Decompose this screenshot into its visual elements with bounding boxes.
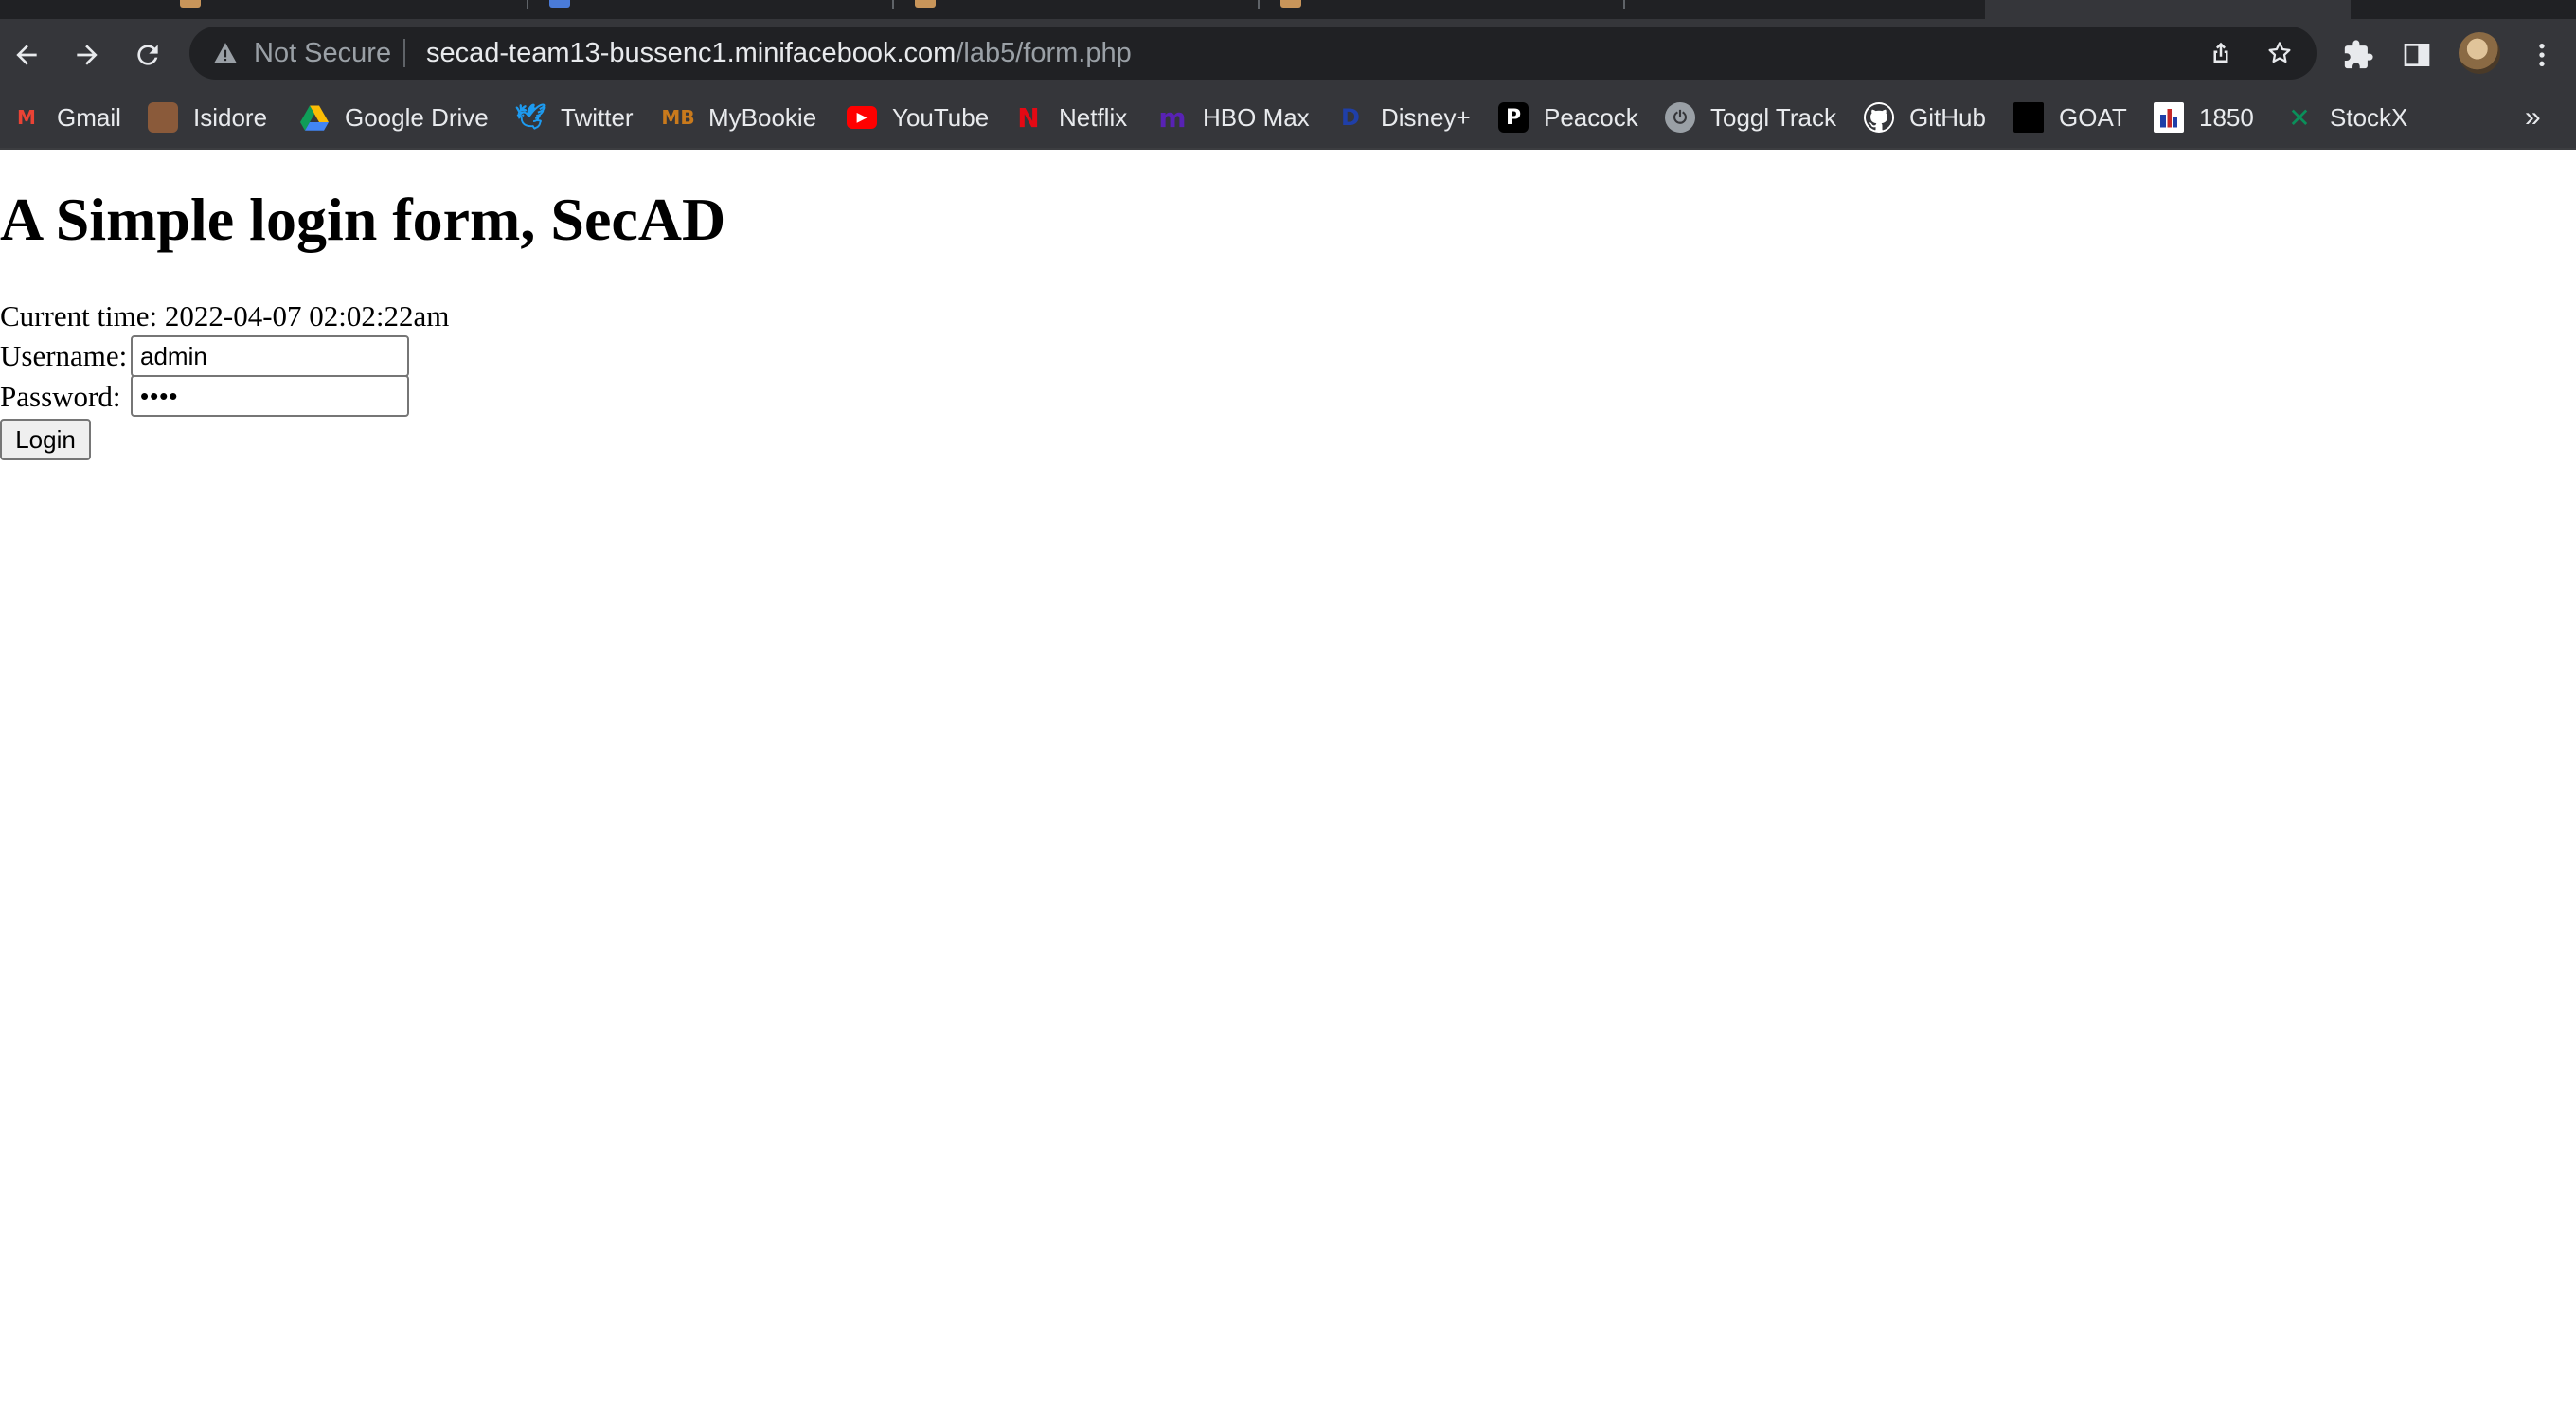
extensions-button[interactable] <box>2339 36 2377 74</box>
twitter-icon: 🕊 <box>514 103 546 132</box>
side-panel-button[interactable] <box>2398 36 2436 74</box>
tab-favicon <box>1280 0 1301 8</box>
bookmark-label: GitHub <box>1909 102 1986 132</box>
tab-separator <box>1623 0 1625 9</box>
forward-arrow-icon <box>77 45 98 65</box>
gmail-icon: M <box>17 106 36 129</box>
bookmark-netflix[interactable]: N Netflix <box>1013 87 1127 148</box>
current-time-value: 2022-04-07 02:02:22am <box>164 299 450 332</box>
url-path: /lab5/form.php <box>956 38 1132 68</box>
profile-avatar[interactable] <box>2459 32 2500 74</box>
youtube-icon: ▶ <box>847 106 877 129</box>
tab-separator <box>892 0 894 9</box>
bookmark-label: 1850 <box>2199 102 2254 132</box>
url-text[interactable]: secad-team13-bussenc1.minifacebook.com/l… <box>426 27 1132 80</box>
warning-icon <box>214 43 237 63</box>
login-button[interactable]: Login <box>0 419 91 460</box>
bookmark-mybookie[interactable]: MB MyBookie <box>661 87 817 148</box>
url-host: secad-team13-bussenc1.minifacebook.com <box>426 38 957 68</box>
puzzle-icon <box>2344 40 2373 69</box>
bookmark-star-icon[interactable] <box>2265 39 2294 67</box>
github-icon <box>1864 102 1894 133</box>
isidore-icon <box>148 102 178 133</box>
back-button[interactable] <box>8 36 45 74</box>
bookmark-label: HBO Max <box>1203 102 1310 132</box>
bookmark-google-drive[interactable]: Google Drive <box>299 87 489 148</box>
active-tab[interactable] <box>1985 0 2351 19</box>
address-bar[interactable]: Not Secure secad-team13-bussenc1.minifac… <box>189 27 2317 80</box>
bookmark-peacock[interactable]: P Peacock <box>1498 87 1638 148</box>
bookmark-twitter[interactable]: 🕊 Twitter <box>515 87 634 148</box>
bookmark-label: GOAT <box>2059 102 2127 132</box>
bookmark-label: Netflix <box>1059 102 1128 132</box>
bookmark-disney-plus[interactable]: D Disney+ <box>1335 87 1471 148</box>
bookmark-label: Google Drive <box>345 102 489 132</box>
bookmark-stockx[interactable]: ✕ StockX <box>2284 87 2407 148</box>
browser-menu-button[interactable] <box>2523 36 2561 74</box>
bookmarks-bar: M Gmail Isidore Google Drive 🕊 Twitter MB M… <box>0 87 2576 150</box>
bookmark-label: Disney+ <box>1381 102 1471 132</box>
current-time-label: Current time: <box>0 299 165 332</box>
stockx-icon: ✕ <box>2288 101 2311 134</box>
bookmark-github[interactable]: GitHub <box>1864 87 1986 148</box>
username-label: Username: <box>0 339 128 372</box>
password-label: Password: <box>0 380 121 413</box>
more-bookmarks-button[interactable]: » <box>2525 87 2541 148</box>
bookmark-hbo-max[interactable]: m HBO Max <box>1157 87 1310 148</box>
bookmark-label: Toggl Track <box>1710 102 1836 132</box>
bookmark-label: Gmail <box>57 102 121 132</box>
tab-strip <box>0 0 2576 19</box>
share-icon[interactable] <box>2207 39 2235 67</box>
netflix-icon: N <box>1017 101 1040 134</box>
current-time-line: Current time: 2022-04-07 02:02:22am <box>0 301 449 331</box>
bookmark-gmail[interactable]: M Gmail <box>11 87 121 148</box>
address-divider <box>403 39 405 67</box>
side-panel-icon <box>2404 44 2430 66</box>
security-label[interactable]: Not Secure <box>254 27 391 80</box>
page-title: A Simple login form, SecAD <box>0 186 726 253</box>
tab-favicon <box>549 0 570 8</box>
browser-toolbar: Not Secure secad-team13-bussenc1.minifac… <box>0 19 2576 87</box>
bookmark-label: Isidore <box>193 102 268 132</box>
username-input[interactable] <box>131 335 409 377</box>
1850-icon <box>2154 102 2184 133</box>
toggl-track-icon: ⏻ <box>1665 102 1695 133</box>
peacock-icon: P <box>1498 102 1529 133</box>
bookmark-label: StockX <box>2330 102 2408 132</box>
bookmark-label: MyBookie <box>708 102 817 132</box>
bookmark-goat[interactable]: GOAT <box>2013 87 2127 148</box>
tab-separator <box>527 0 528 9</box>
bookmark-1850[interactable]: 1850 <box>2154 87 2254 148</box>
password-input[interactable]: •••• <box>131 375 409 417</box>
reload-button[interactable] <box>129 36 167 74</box>
bookmark-label: Twitter <box>561 102 634 132</box>
more-vertical-icon <box>2539 44 2545 66</box>
bookmark-youtube[interactable]: ▶ YouTube <box>847 87 989 148</box>
tab-favicon <box>915 0 936 8</box>
reload-icon <box>137 45 158 65</box>
bookmark-label: Peacock <box>1544 102 1638 132</box>
mybookie-icon: MB <box>661 106 695 129</box>
tab-separator <box>1258 0 1260 9</box>
google-drive-icon <box>299 102 330 133</box>
bookmark-label: YouTube <box>892 102 990 132</box>
disney-plus-icon: D <box>1341 104 1360 131</box>
bookmark-isidore[interactable]: Isidore <box>148 87 267 148</box>
forward-button[interactable] <box>68 36 106 74</box>
goat-icon <box>2013 102 2044 133</box>
tab-favicon <box>180 0 201 8</box>
back-arrow-icon <box>16 45 37 65</box>
bookmark-toggl-track[interactable]: ⏻ Toggl Track <box>1665 87 1836 148</box>
hbo-max-icon: m <box>1158 101 1187 134</box>
page-content: A Simple login form, SecAD Current time:… <box>0 150 2576 1419</box>
